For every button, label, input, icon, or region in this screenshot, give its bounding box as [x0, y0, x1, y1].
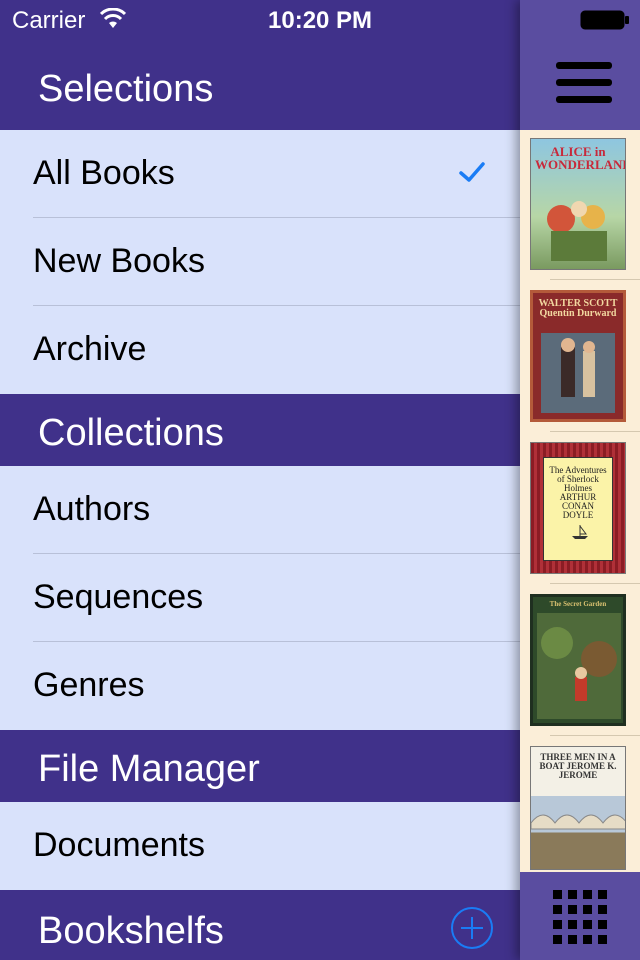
menu-item-label: Sequences — [33, 578, 204, 616]
bridge-icon — [531, 814, 625, 830]
book-list-strip: ALICE in WONDERLAND WALTER SCOTT Quentin… — [520, 0, 640, 960]
checkmark-icon — [459, 162, 485, 182]
cover-illustration-icon — [541, 333, 615, 413]
menu-item-authors[interactable]: Authors — [0, 466, 520, 554]
strip-top-bar — [520, 0, 640, 130]
book-cover-sherlock-holmes[interactable]: The Adventures of Sherlock Holmes ARTHUR… — [530, 442, 626, 574]
strip-bottom-bar — [520, 872, 640, 960]
section-header-selections: Selections — [0, 40, 520, 130]
book-cover-alice[interactable]: ALICE in WONDERLAND — [530, 138, 626, 270]
menu-item-label: New Books — [33, 242, 205, 280]
section-title: File Manager — [38, 748, 260, 790]
cover-title: The Secret Garden — [549, 600, 607, 608]
hamburger-menu-icon[interactable] — [556, 60, 612, 106]
book-cover-three-men[interactable]: THREE MEN IN A BOAT JEROME K. JEROME — [530, 746, 626, 870]
cover-divider — [550, 583, 640, 584]
menu-item-sequences[interactable]: Sequences — [0, 554, 520, 642]
cover-divider — [550, 735, 640, 736]
wifi-icon — [100, 8, 126, 28]
section-header-bookshelfs: Bookshelfs — [0, 890, 520, 960]
cover-label-panel: The Adventures of Sherlock Holmes ARTHUR… — [543, 457, 613, 561]
grid-view-icon[interactable] — [553, 890, 609, 946]
battery-icon — [580, 10, 629, 30]
section-title: Bookshelfs — [38, 910, 224, 952]
add-bookshelf-icon[interactable] — [450, 906, 494, 950]
menu-item-label: Documents — [33, 826, 205, 864]
menu-item-archive[interactable]: Archive — [0, 306, 520, 394]
menu-item-genres[interactable]: Genres — [0, 642, 520, 730]
cover-title: THREE MEN IN A BOAT JEROME K. JEROME — [539, 752, 617, 780]
menu-item-new-books[interactable]: New Books — [0, 218, 520, 306]
section-header-file-manager: File Manager — [0, 730, 520, 802]
carrier-label: Carrier — [12, 7, 86, 34]
menu-item-all-books[interactable]: All Books — [0, 130, 520, 218]
status-bar: Carrier 10:20 PM — [0, 0, 520, 40]
clock: 10:20 PM — [268, 7, 373, 34]
section-title: Collections — [38, 412, 224, 454]
section-title: Selections — [38, 68, 214, 110]
menu-item-documents[interactable]: Documents — [0, 802, 520, 890]
cover-divider — [550, 431, 640, 432]
menu-item-label: Authors — [33, 490, 151, 528]
cover-illustration-icon — [537, 613, 621, 719]
book-cover-garden[interactable]: The Secret Garden — [530, 594, 626, 726]
side-menu: Carrier 10:20 PM Selections All Books Ne… — [0, 0, 520, 960]
cover-title: The Adventures of Sherlock Holmes ARTHUR… — [549, 465, 607, 520]
cover-title: WALTER SCOTT Quentin Durward — [538, 298, 618, 319]
ship-icon — [572, 525, 588, 539]
book-cover-quentin-durward[interactable]: WALTER SCOTT Quentin Durward — [530, 290, 626, 422]
cover-title: ALICE in WONDERLAND — [535, 144, 626, 172]
cover-illustration-icon — [547, 201, 607, 261]
menu-item-label: All Books — [33, 154, 175, 192]
cover-divider — [550, 279, 640, 280]
menu-item-label: Archive — [33, 330, 147, 368]
section-header-collections: Collections — [0, 394, 520, 466]
menu-item-label: Genres — [33, 666, 145, 704]
